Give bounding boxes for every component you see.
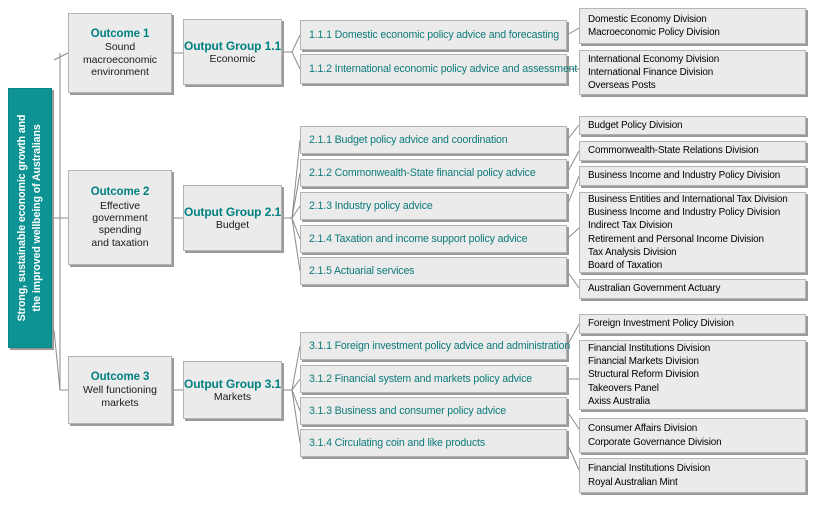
outcome-sub-line: and taxation (91, 236, 149, 249)
division-name: Indirect Tax Division (588, 220, 673, 232)
outcome-sub-line: Well functioning (83, 384, 157, 397)
division-box-2-1-3[interactable]: Business Income and Industry Policy Divi… (579, 166, 806, 186)
output-box-2-1-5[interactable]: 2.1.5 Actuarial services (300, 257, 567, 285)
division-name: Consumer Affairs Division (588, 423, 698, 435)
output-box-3-1-4[interactable]: 3.1.4 Circulating coin and like products (300, 429, 567, 457)
outcome-sub-line: Effective (99, 199, 141, 212)
output-box-2-1-1[interactable]: 2.1.1 Budget policy advice and coordinat… (300, 126, 567, 154)
division-name: Takeovers Panel (588, 382, 659, 394)
outcome-sub-line: government (92, 211, 148, 224)
output-group-sub-line: Markets (213, 390, 252, 403)
outcome-box-3[interactable]: Outcome 3 Well functioning markets (68, 356, 172, 424)
division-name: Business Income and Industry Policy Divi… (588, 207, 781, 219)
division-box-1-1-1[interactable]: Domestic Economy Division Macroeconomic … (579, 8, 806, 44)
output-group-subtitle-3-1: Markets (210, 391, 255, 403)
division-box-3-1-3[interactable]: Consumer Affairs Division Corporate Gove… (579, 418, 806, 453)
outcome-sub-line: Sound (104, 41, 136, 54)
division-name: Board of Taxation (588, 259, 663, 271)
output-box-2-1-2[interactable]: 2.1.2 Commonwealth-State financial polic… (300, 159, 567, 187)
division-name: Commonwealth-State Relations Division (588, 145, 759, 157)
outcome-sub-line: spending (98, 224, 142, 237)
division-name: International Finance Division (588, 66, 714, 78)
output-group-subtitle-2-1: Budget (212, 219, 253, 231)
org-chart-diagram: Strong, sustainable economic growth and … (0, 0, 814, 508)
outcome-title-1: Outcome 1 (90, 27, 150, 40)
output-group-sub-line: Economic (209, 52, 256, 65)
division-box-3-1-4[interactable]: Financial Institutions Division Royal Au… (579, 458, 806, 493)
division-name: Australian Government Actuary (588, 283, 721, 295)
division-box-2-1-5[interactable]: Australian Government Actuary (579, 279, 806, 299)
banner-line-2: the improved wellbeing of Australians (31, 124, 43, 312)
division-name: Axiss Australia (588, 395, 650, 407)
division-name: Retirement and Personal Income Division (588, 233, 764, 245)
outcome-box-1[interactable]: Outcome 1 Sound macroeconomic environmen… (68, 13, 172, 93)
division-name: Structural Reform Division (588, 369, 699, 381)
output-group-title-2-1: Output Group 2.1 (183, 204, 282, 219)
division-name: Financial Institutions Division (588, 463, 711, 475)
division-name: Corporate Governance Division (588, 436, 722, 448)
division-name: Budget Policy Division (588, 119, 683, 131)
division-box-3-1-1[interactable]: Foreign Investment Policy Division (579, 314, 806, 334)
output-box-2-1-4[interactable]: 2.1.4 Taxation and income support policy… (300, 225, 567, 253)
output-box-1-1-1[interactable]: 1.1.1 Domestic economic policy advice an… (300, 20, 567, 50)
output-group-box-3-1[interactable]: Output Group 3.1 Markets (183, 361, 282, 419)
division-name: Foreign Investment Policy Division (588, 318, 734, 330)
output-group-subtitle-1-1: Economic (205, 53, 259, 65)
division-name: Overseas Posts (588, 80, 656, 92)
outcome-subtitle-2: Effective government spending and taxati… (87, 200, 152, 250)
division-box-1-1-2[interactable]: International Economy Division Internati… (579, 50, 806, 95)
division-name: Domestic Economy Division (588, 13, 707, 25)
output-group-box-1-1[interactable]: Output Group 1.1 Economic (183, 19, 282, 85)
outcome-subtitle-1: Sound macroeconomic environment (79, 41, 161, 78)
division-name: Royal Australian Mint (588, 476, 678, 488)
division-name: Business Income and Industry Policy Divi… (588, 170, 781, 182)
division-box-3-1-2[interactable]: Financial Institutions Division Financia… (579, 340, 806, 410)
outcome-sub-line: macroeconomic (82, 53, 158, 66)
overall-outcome-banner: Strong, sustainable economic growth and … (8, 88, 52, 348)
output-box-3-1-3[interactable]: 3.1.3 Business and consumer policy advic… (300, 397, 567, 425)
division-name: International Economy Division (588, 53, 720, 65)
output-box-2-1-3[interactable]: 2.1.3 Industry policy advice (300, 192, 567, 220)
outcome-sub-line: environment (91, 65, 149, 78)
output-group-title-3-1: Output Group 3.1 (183, 376, 282, 391)
output-box-3-1-1[interactable]: 3.1.1 Foreign investment policy advice a… (300, 332, 570, 360)
output-box-1-1-2[interactable]: 1.1.2 International economic policy advi… (300, 54, 577, 84)
outcome-title-3: Outcome 3 (90, 370, 150, 383)
output-box-3-1-2[interactable]: 3.1.2 Financial system and markets polic… (300, 365, 567, 393)
division-name: Financial Markets Division (588, 356, 699, 368)
division-name: Business Entities and International Tax … (588, 194, 788, 206)
outcome-box-2[interactable]: Outcome 2 Effective government spending … (68, 170, 172, 265)
output-group-box-2-1[interactable]: Output Group 2.1 Budget (183, 185, 282, 251)
output-group-sub-line: Budget (215, 218, 250, 231)
outcome-subtitle-3: Well functioning markets (79, 384, 161, 409)
outcome-title-2: Outcome 2 (90, 185, 150, 198)
output-group-title-1-1: Output Group 1.1 (183, 38, 282, 53)
division-box-2-1-4[interactable]: Business Entities and International Tax … (579, 192, 806, 273)
outcome-sub-line: markets (101, 396, 139, 409)
division-name: Tax Analysis Division (588, 246, 677, 258)
division-box-2-1-1[interactable]: Budget Policy Division (579, 116, 806, 135)
banner-line-1: Strong, sustainable economic growth and (15, 114, 28, 322)
division-name: Financial Institutions Division (588, 343, 711, 355)
division-name: Macroeconomic Policy Division (588, 27, 720, 38)
division-box-2-1-2[interactable]: Commonwealth-State Relations Division (579, 141, 806, 161)
